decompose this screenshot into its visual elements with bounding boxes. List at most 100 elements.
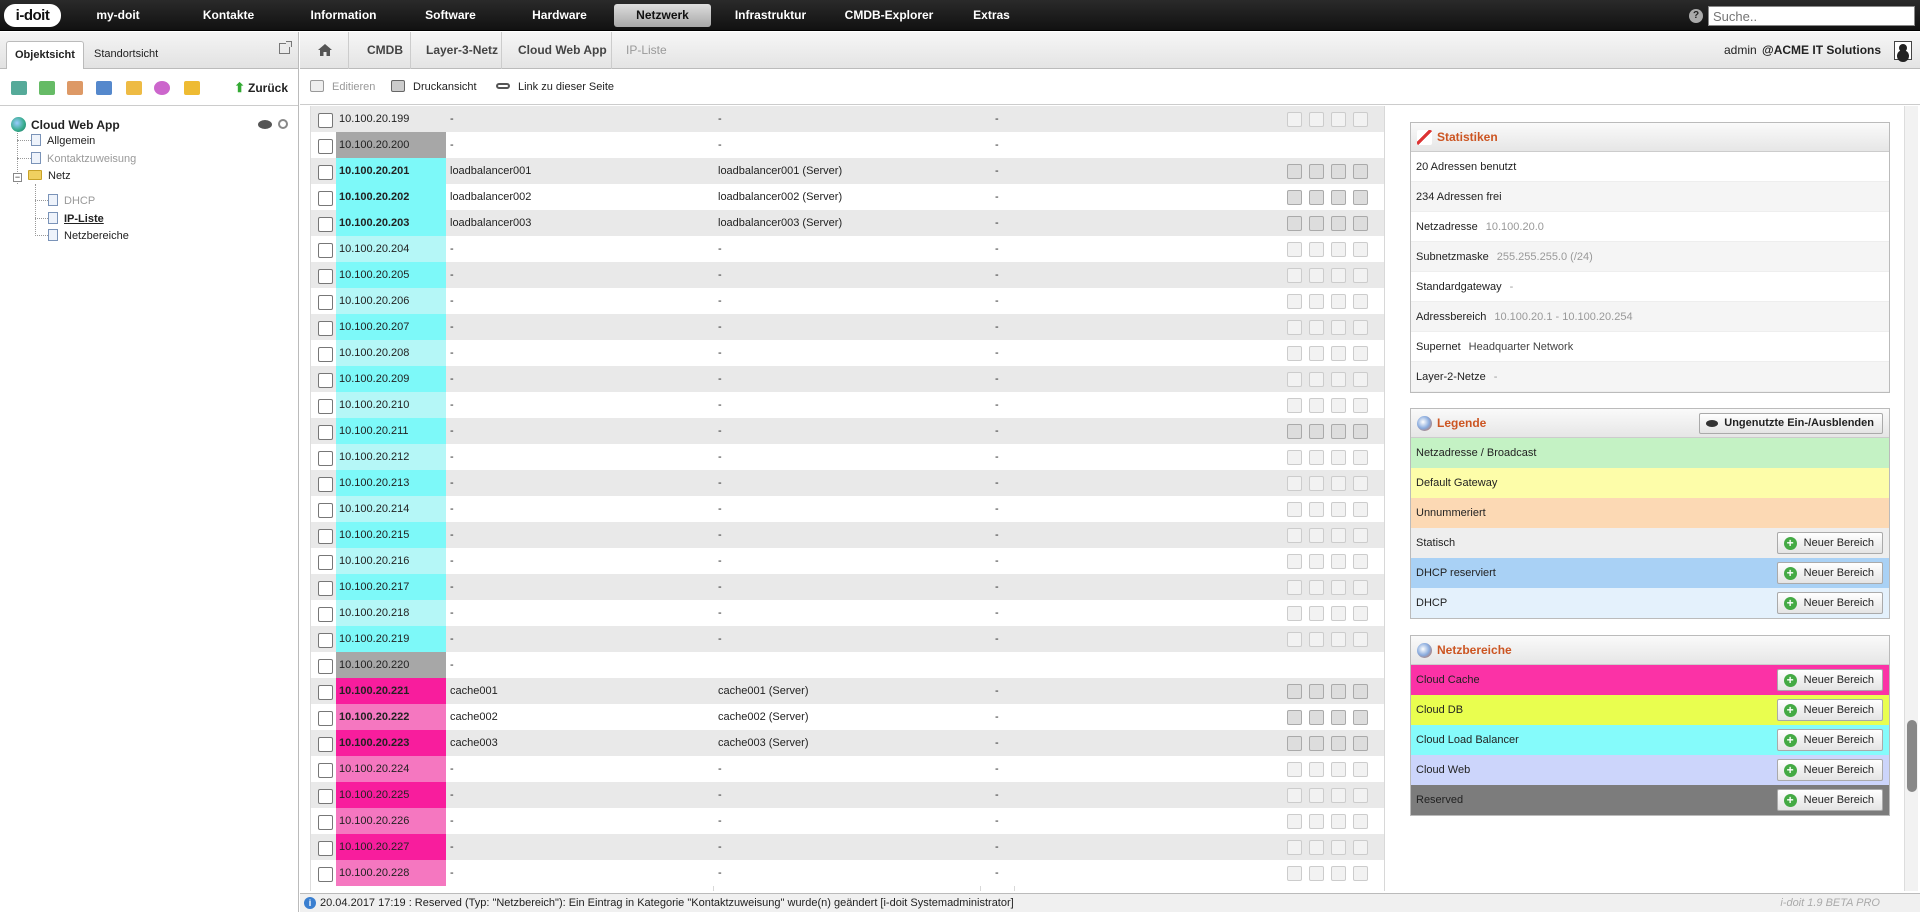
breadcrumb-layer3[interactable]: Layer-3-Netz — [426, 32, 498, 69]
list-icon[interactable] — [1309, 190, 1324, 205]
connect-icon[interactable] — [1353, 450, 1368, 465]
row-checkbox[interactable] — [318, 841, 333, 856]
connect-icon[interactable] — [1353, 684, 1368, 699]
connect-icon[interactable] — [1353, 840, 1368, 855]
row-checkbox[interactable] — [318, 295, 333, 310]
collapse-icon[interactable]: − — [13, 173, 22, 182]
list-icon[interactable] — [1309, 554, 1324, 569]
row-checkbox[interactable] — [318, 217, 333, 232]
edit-icon[interactable] — [1287, 736, 1302, 751]
connect-icon[interactable] — [1353, 632, 1368, 647]
connect-icon[interactable] — [1353, 268, 1368, 283]
table-row[interactable]: 10.100.20.226- - - — [311, 808, 1384, 834]
table-row[interactable]: 10.100.20.205- - - — [311, 262, 1384, 288]
table-row[interactable]: 10.100.20.227- - - — [311, 834, 1384, 860]
tree-item-allgemein[interactable]: Allgemein — [31, 134, 95, 147]
breadcrumb-cmdb[interactable]: CMDB — [367, 32, 403, 69]
list-icon[interactable] — [1309, 164, 1324, 179]
row-checkbox[interactable] — [318, 347, 333, 362]
edit-icon[interactable] — [1287, 580, 1302, 595]
connect-icon[interactable] — [1353, 580, 1368, 595]
table-row[interactable]: 10.100.20.216- - - — [311, 548, 1384, 574]
connect-icon[interactable] — [1353, 502, 1368, 517]
search-icon[interactable] — [1331, 814, 1346, 829]
connect-icon[interactable] — [1353, 476, 1368, 491]
list-icon[interactable] — [1309, 476, 1324, 491]
row-checkbox[interactable] — [318, 737, 333, 752]
book-icon[interactable] — [96, 81, 112, 95]
search-icon[interactable] — [1331, 112, 1346, 127]
table-row[interactable]: 10.100.20.228- - - — [311, 860, 1384, 886]
tree-item-dhcp[interactable]: DHCP — [48, 194, 95, 207]
connect-icon[interactable] — [1353, 190, 1368, 205]
assigned-object-cell[interactable]: cache001 (Server) — [718, 678, 809, 704]
connect-icon[interactable] — [1353, 736, 1368, 751]
search-input[interactable] — [1708, 6, 1915, 26]
table-row[interactable]: 10.100.20.208- - - — [311, 340, 1384, 366]
table-row[interactable]: 10.100.20.212- - - — [311, 444, 1384, 470]
connect-icon[interactable] — [1353, 710, 1368, 725]
tree-structure-icon[interactable] — [11, 81, 27, 95]
tenant-name[interactable]: @ACME IT Solutions — [1762, 32, 1881, 69]
search-icon[interactable] — [1331, 554, 1346, 569]
edit-icon[interactable] — [1287, 216, 1302, 231]
lock-icon[interactable] — [184, 81, 200, 95]
edit-icon[interactable] — [1287, 788, 1302, 803]
table-row[interactable]: 10.100.20.200- - - — [311, 132, 1384, 158]
connect-icon[interactable] — [1353, 242, 1368, 257]
search-icon[interactable] — [1331, 190, 1346, 205]
row-checkbox[interactable] — [318, 789, 333, 804]
row-checkbox[interactable] — [318, 815, 333, 830]
user-name[interactable]: admin — [1724, 32, 1757, 69]
edit-icon[interactable] — [1287, 450, 1302, 465]
connect-icon[interactable] — [1353, 320, 1368, 335]
search-icon[interactable] — [1331, 840, 1346, 855]
connect-icon[interactable] — [1353, 294, 1368, 309]
vertical-scrollbar[interactable] — [1904, 106, 1918, 891]
search-icon[interactable] — [1331, 398, 1346, 413]
edit-icon[interactable] — [1287, 242, 1302, 257]
search-icon[interactable] — [1331, 294, 1346, 309]
search-icon[interactable] — [1331, 502, 1346, 517]
row-checkbox[interactable] — [318, 529, 333, 544]
search-icon[interactable] — [1331, 580, 1346, 595]
table-row[interactable]: 10.100.20.211- - - — [311, 418, 1384, 444]
breadcrumb-cloud-web-app[interactable]: Cloud Web App — [518, 32, 607, 69]
shield-icon[interactable] — [126, 81, 142, 95]
search-icon[interactable] — [1331, 632, 1346, 647]
row-checkbox[interactable] — [318, 425, 333, 440]
list-icon[interactable] — [1309, 320, 1324, 335]
row-checkbox[interactable] — [318, 191, 333, 206]
edit-icon[interactable] — [1287, 684, 1302, 699]
row-checkbox[interactable] — [318, 633, 333, 648]
row-checkbox[interactable] — [318, 139, 333, 154]
edit-button[interactable]: Editieren — [310, 70, 375, 104]
list-icon[interactable] — [1309, 450, 1324, 465]
search-icon[interactable] — [1331, 450, 1346, 465]
connect-icon[interactable] — [1353, 346, 1368, 361]
connect-icon[interactable] — [1353, 762, 1368, 777]
edit-icon[interactable] — [1287, 710, 1302, 725]
table-row[interactable]: 10.100.20.203 loadbalancer003 loadbalancer… — [311, 210, 1384, 236]
list-icon[interactable] — [1309, 710, 1324, 725]
user-icon[interactable] — [1894, 41, 1912, 60]
list-icon[interactable] — [1309, 736, 1324, 751]
table-row[interactable]: 10.100.20.215- - - — [311, 522, 1384, 548]
list-icon[interactable] — [1309, 346, 1324, 361]
list-icon[interactable] — [1309, 684, 1324, 699]
neuer-bereich-button[interactable]: + Neuer Bereich — [1776, 562, 1883, 584]
row-checkbox[interactable] — [318, 685, 333, 700]
edit-icon[interactable] — [1287, 866, 1302, 881]
table-row[interactable]: 10.100.20.209- - - — [311, 366, 1384, 392]
neuer-bereich-button[interactable]: + Neuer Bereich — [1776, 669, 1883, 691]
search-icon[interactable] — [1331, 866, 1346, 881]
list-icon[interactable] — [1309, 398, 1324, 413]
connect-icon[interactable] — [1353, 424, 1368, 439]
home-icon[interactable] — [318, 44, 332, 56]
connect-icon[interactable] — [1353, 112, 1368, 127]
row-checkbox[interactable] — [318, 321, 333, 336]
list-icon[interactable] — [1309, 216, 1324, 231]
edit-icon[interactable] — [1287, 424, 1302, 439]
row-checkbox[interactable] — [318, 581, 333, 596]
search-icon[interactable] — [1331, 788, 1346, 803]
